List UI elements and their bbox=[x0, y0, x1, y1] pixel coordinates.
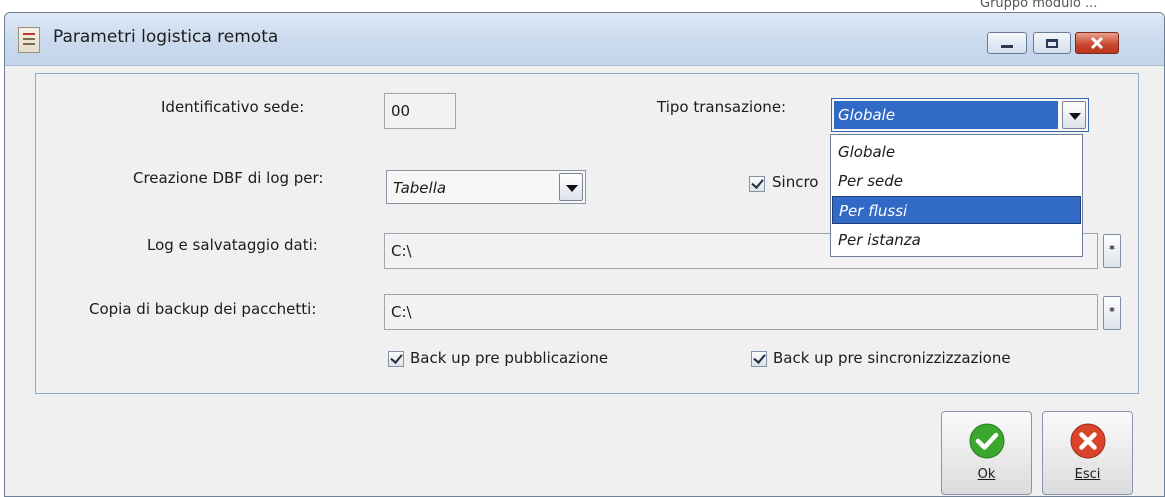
tipo-transazione-value: Globale bbox=[834, 101, 1058, 129]
backup-pre-pubblicazione-label: Back up pre pubblicazione bbox=[410, 349, 609, 367]
log-salvataggio-label: Log e salvataggio dati: bbox=[147, 236, 318, 254]
checkmark-icon bbox=[969, 423, 1005, 459]
chevron-down-icon[interactable] bbox=[1062, 101, 1086, 129]
document-icon bbox=[18, 27, 40, 53]
ok-label: Ok bbox=[977, 467, 996, 482]
backup-pre-sincronizzazione-checkbox[interactable] bbox=[751, 351, 767, 367]
creazione-dbf-value: Tabella bbox=[393, 179, 447, 197]
copia-backup-field[interactable]: C:\ bbox=[384, 294, 1098, 330]
minimize-icon bbox=[1001, 44, 1013, 48]
restore-icon bbox=[1046, 38, 1058, 48]
minimize-button[interactable] bbox=[987, 32, 1027, 54]
esci-button[interactable]: Esci bbox=[1042, 411, 1133, 495]
creazione-dbf-label: Creazione DBF di log per: bbox=[133, 169, 324, 187]
copia-browse-button[interactable]: * bbox=[1103, 296, 1121, 330]
close-icon bbox=[1090, 37, 1104, 49]
tipo-transazione-dropdown-list: Globale Per sede Per flussi Per istanza bbox=[830, 134, 1083, 257]
dropdown-option-per-sede[interactable]: Per sede bbox=[832, 167, 1081, 195]
close-button[interactable] bbox=[1075, 32, 1119, 54]
dropdown-option-per-flussi[interactable]: Per flussi bbox=[832, 196, 1081, 224]
backup-pre-sincronizzazione-label: Back up pre sincronizzizzazione bbox=[773, 349, 1011, 367]
window-title: Parametri logistica remota bbox=[53, 27, 279, 47]
log-browse-button[interactable]: * bbox=[1103, 234, 1121, 268]
tipo-transazione-combo[interactable]: Globale bbox=[831, 98, 1089, 132]
dropdown-option-globale[interactable]: Globale bbox=[832, 138, 1081, 166]
identificativo-sede-label: Identificativo sede: bbox=[161, 98, 305, 116]
identificativo-sede-field[interactable]: 00 bbox=[384, 93, 456, 129]
creazione-dbf-combo[interactable]: Tabella bbox=[386, 170, 586, 204]
cancel-x-icon bbox=[1070, 423, 1106, 459]
restore-button[interactable] bbox=[1033, 32, 1071, 54]
dropdown-option-per-istanza[interactable]: Per istanza bbox=[832, 226, 1081, 254]
copia-backup-label: Copia di backup dei pacchetti: bbox=[89, 300, 317, 318]
background-text: Gruppo modulo ... bbox=[980, 0, 1098, 11]
ok-button[interactable]: Ok bbox=[941, 411, 1032, 495]
sincro-checkbox[interactable] bbox=[749, 176, 765, 192]
chevron-down-icon[interactable] bbox=[559, 173, 583, 201]
sincro-label: Sincro bbox=[772, 173, 819, 191]
tipo-transazione-label: Tipo transazione: bbox=[657, 98, 787, 116]
esci-label: Esci bbox=[1074, 467, 1101, 482]
backup-pre-pubblicazione-checkbox[interactable] bbox=[388, 351, 404, 367]
title-bar[interactable]: Parametri logistica remota bbox=[5, 13, 1164, 66]
